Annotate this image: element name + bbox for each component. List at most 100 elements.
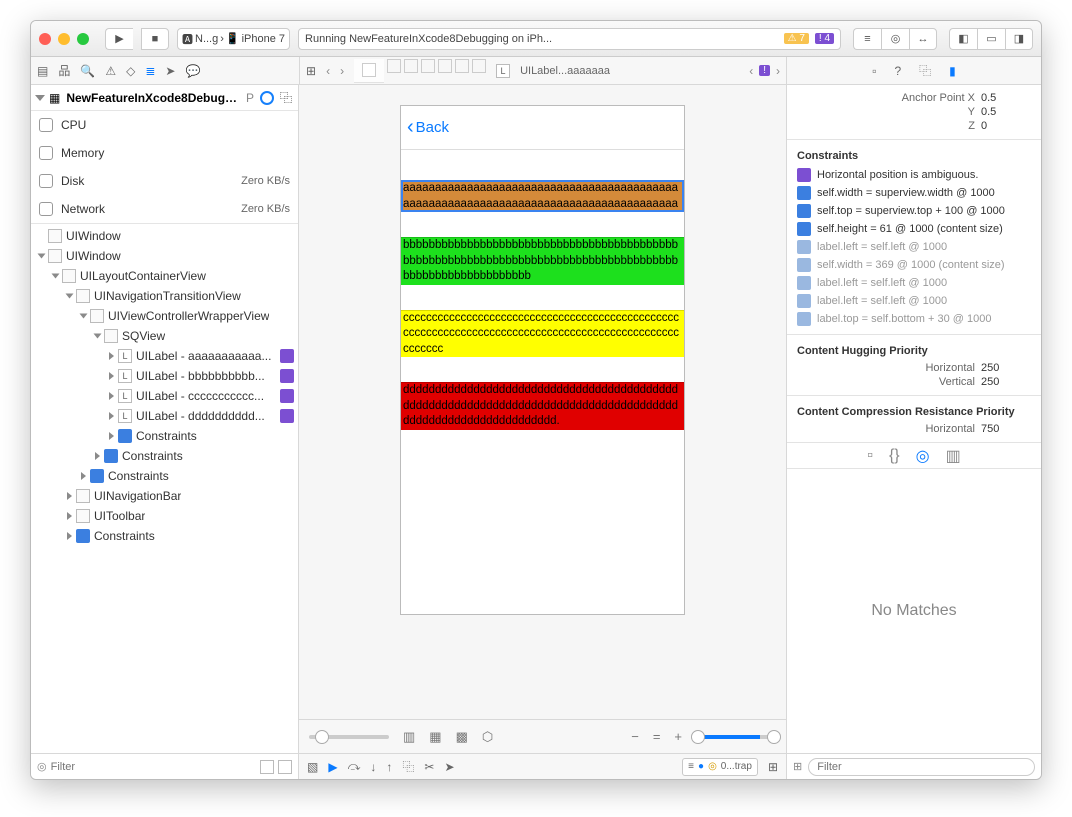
- step-over-icon[interactable]: ⤼: [348, 759, 361, 774]
- issue-nav-icon[interactable]: ⚠: [105, 64, 116, 78]
- memory-graph-icon[interactable]: ✂: [424, 760, 434, 774]
- canvas-viewport[interactable]: ‹ Back aaaaaaaaaaaaaaaaaaaaaaaaaaaaaaaaa…: [299, 85, 786, 719]
- version-editor-button[interactable]: ↔: [909, 28, 937, 50]
- disclosure-icon[interactable]: [95, 452, 100, 460]
- jump-seg-icon[interactable]: [472, 59, 486, 73]
- warning-badge[interactable]: ⚠ 7: [784, 33, 809, 44]
- gauge-row[interactable]: CPU: [31, 111, 298, 139]
- step-into-icon[interactable]: ↓: [370, 760, 376, 774]
- disclosure-icon[interactable]: [109, 392, 114, 400]
- disclosure-icon[interactable]: [109, 372, 114, 380]
- constraint-row[interactable]: self.width = superview.width @ 1000: [797, 184, 1031, 202]
- filter-opt-icon[interactable]: [260, 760, 274, 774]
- filter-opt-icon[interactable]: [278, 760, 292, 774]
- filter-input[interactable]: [51, 761, 256, 773]
- tree-row[interactable]: UIViewControllerWrapperView: [31, 306, 298, 326]
- tag-nav-icon[interactable]: ◇: [126, 64, 135, 78]
- library-filter-input[interactable]: [808, 758, 1035, 776]
- tree-row[interactable]: Constraints: [31, 526, 298, 546]
- uilabel-view[interactable]: aaaaaaaaaaaaaaaaaaaaaaaaaaaaaaaaaaaaaaaa…: [401, 180, 684, 212]
- image-icon[interactable]: ▧: [307, 760, 318, 774]
- disclosure-icon[interactable]: [38, 254, 46, 259]
- grid-icon[interactable]: ⊞: [793, 760, 802, 773]
- disclosure-icon[interactable]: [94, 334, 102, 339]
- back-label[interactable]: Back: [416, 119, 449, 136]
- step-out-icon[interactable]: ↑: [386, 760, 392, 774]
- disclosure-icon[interactable]: [109, 432, 114, 440]
- jump-seg-icon[interactable]: [421, 59, 435, 73]
- constraint-row[interactable]: self.height = 61 @ 1000 (content size): [797, 220, 1031, 238]
- help-inspector-icon[interactable]: ?: [894, 64, 901, 78]
- tree-row[interactable]: UINavigationTransitionView: [31, 286, 298, 306]
- media-library-icon[interactable]: ▥: [946, 446, 961, 466]
- jump-seg-icon[interactable]: [362, 63, 376, 77]
- find-nav-icon[interactable]: 🔍: [80, 64, 95, 78]
- zoom-in-icon[interactable]: +: [674, 729, 682, 744]
- error-badge-icon[interactable]: [280, 349, 294, 363]
- tree-row[interactable]: LUILabel - bbbbbbbbbb...: [31, 366, 298, 386]
- close-icon[interactable]: [39, 33, 51, 45]
- constraint-row[interactable]: Horizontal position is ambiguous.: [797, 166, 1031, 184]
- project-nav-icon[interactable]: ▤: [37, 64, 48, 78]
- code-snippet-icon[interactable]: {}: [889, 447, 900, 465]
- tree-row[interactable]: SQView: [31, 326, 298, 346]
- assistant-editor-button[interactable]: ◎: [881, 28, 909, 50]
- disclosure-icon[interactable]: [52, 274, 60, 279]
- disclosure-icon[interactable]: [109, 412, 114, 420]
- stop-button[interactable]: ■: [141, 28, 169, 50]
- disclosure-icon[interactable]: [67, 532, 72, 540]
- forward-icon[interactable]: ›: [340, 64, 344, 78]
- mode-2d-icon[interactable]: ▥: [403, 729, 415, 745]
- jump-bar-item[interactable]: UILabel...aaaaaaa: [520, 65, 610, 77]
- constraint-row[interactable]: self.top = superview.top + 100 @ 1000: [797, 202, 1031, 220]
- disclosure-icon[interactable]: [66, 294, 74, 299]
- tree-row[interactable]: UIToolbar: [31, 506, 298, 526]
- thread-picker[interactable]: ≡ ● ◎ 0...trap: [682, 758, 758, 776]
- run-button[interactable]: ▶: [105, 28, 133, 50]
- toggle-debug-button[interactable]: ▭: [977, 28, 1005, 50]
- file-inspector-icon[interactable]: ▫: [872, 64, 876, 78]
- scheme-selector[interactable]: 🅰 N...g › 📱 iPhone 7: [177, 28, 290, 50]
- issue-indicator-icon[interactable]: !: [759, 65, 770, 76]
- hierarchy-nav-icon[interactable]: 品: [58, 62, 70, 79]
- continue-icon[interactable]: ▶: [328, 760, 337, 774]
- tree-row[interactable]: LUILabel - ccccccccccc...: [31, 386, 298, 406]
- minimize-icon[interactable]: [58, 33, 70, 45]
- location-icon[interactable]: ➤: [444, 760, 454, 774]
- panels-icon[interactable]: ⊞: [768, 760, 778, 774]
- mode-layers-icon[interactable]: ▦: [429, 729, 441, 745]
- constraint-row[interactable]: label.left = self.left @ 1000: [797, 238, 1031, 256]
- error-badge-icon[interactable]: [280, 389, 294, 403]
- tree-row[interactable]: UIWindow: [31, 246, 298, 266]
- disclosure-icon[interactable]: [80, 314, 88, 319]
- snapshot-icon[interactable]: ⿻: [280, 89, 292, 106]
- jump-seg-icon[interactable]: [387, 59, 401, 73]
- uilabel-view[interactable]: bbbbbbbbbbbbbbbbbbbbbbbbbbbbbbbbbbbbbbbb…: [401, 237, 684, 285]
- uilabel-view[interactable]: dddddddddddddddddddddddddddddddddddddddd…: [401, 382, 684, 430]
- range-slider[interactable]: [696, 735, 776, 739]
- disclosure-icon[interactable]: [81, 472, 86, 480]
- zoom-out-icon[interactable]: −: [631, 729, 639, 744]
- toggle-utilities-button[interactable]: ◨: [1005, 28, 1033, 50]
- report-nav-icon[interactable]: 💬: [185, 64, 200, 78]
- prev-issue-icon[interactable]: ‹: [749, 64, 753, 78]
- disclosure-icon[interactable]: [67, 512, 72, 520]
- debug-nav-icon[interactable]: ≣: [145, 64, 155, 78]
- gauge-row[interactable]: DiskZero KB/s: [31, 167, 298, 195]
- tree-row[interactable]: Constraints: [31, 426, 298, 446]
- standard-editor-button[interactable]: ≡: [853, 28, 881, 50]
- gauge-row[interactable]: NetworkZero KB/s: [31, 195, 298, 223]
- project-header[interactable]: ▦ NewFeatureInXcode8Debugging P ⿻: [31, 85, 298, 111]
- gauge-row[interactable]: Memory: [31, 139, 298, 167]
- disclosure-icon[interactable]: [109, 352, 114, 360]
- tree-row[interactable]: UINavigationBar: [31, 486, 298, 506]
- zoom-fit-icon[interactable]: =: [653, 729, 661, 744]
- tree-row[interactable]: UILayoutContainerView: [31, 266, 298, 286]
- tree-row[interactable]: LUILabel - aaaaaaaaaaa...: [31, 346, 298, 366]
- disclosure-icon[interactable]: [35, 95, 45, 101]
- object-library-icon[interactable]: ◎: [916, 446, 930, 466]
- constraint-row[interactable]: label.top = self.bottom + 30 @ 1000: [797, 310, 1031, 328]
- tree-row[interactable]: UIWindow: [31, 226, 298, 246]
- constraint-row[interactable]: label.left = self.left @ 1000: [797, 292, 1031, 310]
- view-debug-icon[interactable]: ⿻: [402, 758, 414, 775]
